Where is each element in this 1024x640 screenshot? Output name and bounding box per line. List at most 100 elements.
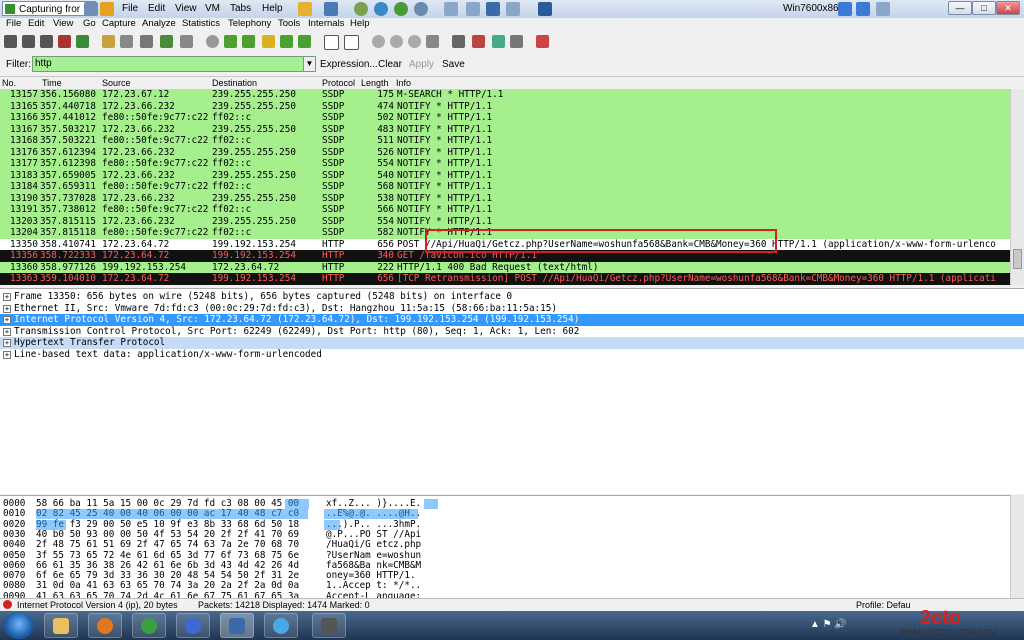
expression-button[interactable]: Expression...	[320, 59, 378, 70]
menu-edit[interactable]: Edit	[28, 18, 44, 30]
vm-menu-help[interactable]: Help	[262, 3, 283, 14]
taskbar-explorer[interactable]	[44, 613, 78, 638]
packet-list[interactable]: 13157 356.156080 172.23.67.12 239.255.255.2…	[0, 89, 1010, 285]
maximize-button[interactable]: □	[972, 1, 996, 15]
taskbar-media[interactable]	[88, 613, 122, 638]
column-header-protocol[interactable]: Protocol	[322, 78, 355, 88]
unity-icon[interactable]	[506, 2, 520, 16]
detail-row[interactable]: + Hypertext Transfer Protocol	[0, 337, 1024, 349]
expand-toggle-icon[interactable]: +	[3, 339, 11, 347]
options-icon[interactable]	[22, 35, 35, 48]
taskbar-wireshark[interactable]	[220, 613, 254, 638]
zoom-normal-icon[interactable]	[408, 35, 421, 48]
fullscreen-icon[interactable]	[486, 2, 500, 16]
packet-row[interactable]: 13183 357.659005 172.23.66.232 239.255.255.…	[0, 169, 1010, 181]
first-packet-icon[interactable]	[280, 35, 293, 48]
back-icon[interactable]	[224, 35, 237, 48]
menu-go[interactable]: Go	[83, 18, 96, 30]
column-header-length[interactable]: Length	[361, 78, 389, 88]
menu-tools[interactable]: Tools	[278, 18, 300, 30]
expand-toggle-icon[interactable]: +	[3, 316, 11, 324]
menu-view[interactable]: View	[53, 18, 73, 30]
open-icon[interactable]	[102, 35, 115, 48]
packet-row[interactable]: 13204 357.815118 fe80::50fe:9c77:c22 ff02::…	[0, 227, 1010, 239]
packet-row[interactable]: 13177 357.612398 fe80::50fe:9c77:c22 ff02::…	[0, 158, 1010, 170]
taskbar-app[interactable]	[312, 613, 346, 638]
packet-bytes-pane[interactable]: 0000 58 66 ba 11 5a 15 00 0c 29 7d fd c3 …	[0, 495, 1010, 599]
save-filter-button[interactable]: Save	[442, 59, 465, 70]
revert-icon[interactable]	[374, 2, 388, 16]
packet-row[interactable]: 13356 358.722333 172.23.64.72 199.192.153.2…	[0, 250, 1010, 262]
arrow-left-icon[interactable]	[838, 2, 852, 16]
sidebar-toggle-icon[interactable]	[444, 2, 458, 16]
minimize-button[interactable]: —	[948, 1, 972, 15]
column-header-no[interactable]: No.	[2, 78, 16, 88]
expert-info-icon[interactable]	[3, 600, 12, 609]
packet-row[interactable]: 13191 357.738012 fe80::50fe:9c77:c22 ff02::…	[0, 204, 1010, 216]
reload-icon[interactable]	[160, 35, 173, 48]
packet-row[interactable]: 13168 357.503221 fe80::50fe:9c77:c22 ff02::…	[0, 135, 1010, 147]
expand-toggle-icon[interactable]: +	[3, 293, 11, 301]
vm-menu-edit[interactable]: Edit	[148, 3, 165, 14]
console-view-icon[interactable]	[538, 2, 552, 16]
power-icon[interactable]	[324, 2, 338, 16]
column-header-destination[interactable]: Destination	[212, 78, 257, 88]
preferences-icon[interactable]	[510, 35, 523, 48]
snapshot-manager-icon[interactable]	[394, 2, 408, 16]
last-packet-icon[interactable]	[298, 35, 311, 48]
filter-input[interactable]: http	[32, 56, 304, 72]
goto-icon[interactable]	[262, 35, 275, 48]
menu-internals[interactable]: Internals	[308, 18, 344, 30]
packet-row[interactable]: 13166 357.441012 fe80::50fe:9c77:c22 ff02::…	[0, 112, 1010, 124]
display-filters-icon[interactable]	[472, 35, 485, 48]
menu-statistics[interactable]: Statistics	[182, 18, 220, 30]
packet-details-pane[interactable]: + Frame 13350: 656 bytes on wire (5248 bi…	[0, 288, 1024, 494]
menu-analyze[interactable]: Analyze	[142, 18, 176, 30]
packet-row[interactable]: 13165 357.440718 172.23.66.232 239.255.255.…	[0, 100, 1010, 112]
scrollbar-thumb[interactable]	[1013, 249, 1022, 269]
packet-row[interactable]: 13157 356.156080 172.23.67.12 239.255.255.2…	[0, 89, 1010, 101]
zoom-in-icon[interactable]	[372, 35, 385, 48]
close-button[interactable]: ✕	[996, 1, 1020, 15]
resize-columns-icon[interactable]	[426, 35, 439, 48]
pin-icon[interactable]	[84, 2, 98, 16]
restart-capture-icon[interactable]	[76, 35, 89, 48]
interfaces-icon[interactable]	[4, 35, 17, 48]
zoom-out-icon[interactable]	[390, 35, 403, 48]
detail-row[interactable]: + Line-based text data: application/x-www…	[0, 349, 1024, 361]
detail-row[interactable]: + Ethernet II, Src: Vmware_7d:fd:c3 (00:0…	[0, 303, 1024, 315]
packet-row[interactable]: 13184 357.659311 fe80::50fe:9c77:c22 ff02::…	[0, 181, 1010, 193]
packet-row[interactable]: 13360 358.977126 199.192.153.254 172.23.64.…	[0, 261, 1010, 273]
detail-row[interactable]: + Frame 13350: 656 bytes on wire (5248 bi…	[0, 291, 1024, 303]
packet-row[interactable]: 13176 357.612394 172.23.66.232 239.255.255.…	[0, 146, 1010, 158]
taskbar-baidu[interactable]	[176, 613, 210, 638]
vm-menu-tabs[interactable]: Tabs	[230, 3, 251, 14]
vm-icon[interactable]	[100, 2, 114, 16]
close-file-icon[interactable]	[140, 35, 153, 48]
packet-list-scrollbar[interactable]	[1010, 89, 1024, 285]
forward-icon[interactable]	[242, 35, 255, 48]
thumbnail-icon[interactable]	[466, 2, 480, 16]
clear-button[interactable]: Clear	[378, 59, 402, 70]
snapshot-take-icon[interactable]	[414, 2, 428, 16]
vm-menu-file[interactable]: File	[122, 3, 138, 14]
bytes-scrollbar[interactable]	[1010, 495, 1024, 598]
find-icon[interactable]	[206, 35, 219, 48]
print-icon[interactable]	[180, 35, 193, 48]
taskbar-browser[interactable]	[132, 613, 166, 638]
packet-row[interactable]: 13350 358.410741 172.23.64.72 199.192.153.2…	[0, 238, 1010, 250]
chevron-down-icon[interactable]	[876, 2, 890, 16]
pause-icon[interactable]	[298, 2, 312, 16]
autoscroll-icon[interactable]	[344, 35, 359, 50]
packet-row[interactable]: 13203 357.815115 172.23.66.232 239.255.255.…	[0, 215, 1010, 227]
start-capture-icon[interactable]	[40, 35, 53, 48]
menu-help[interactable]: Help	[350, 18, 370, 30]
system-tray[interactable]: ▲ ⚑ 🔊	[810, 619, 847, 630]
filter-dropdown-button[interactable]: ▼	[303, 56, 316, 72]
colorize-icon[interactable]	[324, 35, 339, 50]
start-button[interactable]	[4, 612, 34, 639]
packet-row[interactable]: 13363 359.104010 172.23.64.72 199.192.153.2…	[0, 273, 1010, 285]
help-icon[interactable]	[536, 35, 549, 48]
apply-button[interactable]: Apply	[409, 59, 434, 70]
packet-row[interactable]: 13190 357.737028 172.23.66.232 239.255.255.…	[0, 192, 1010, 204]
